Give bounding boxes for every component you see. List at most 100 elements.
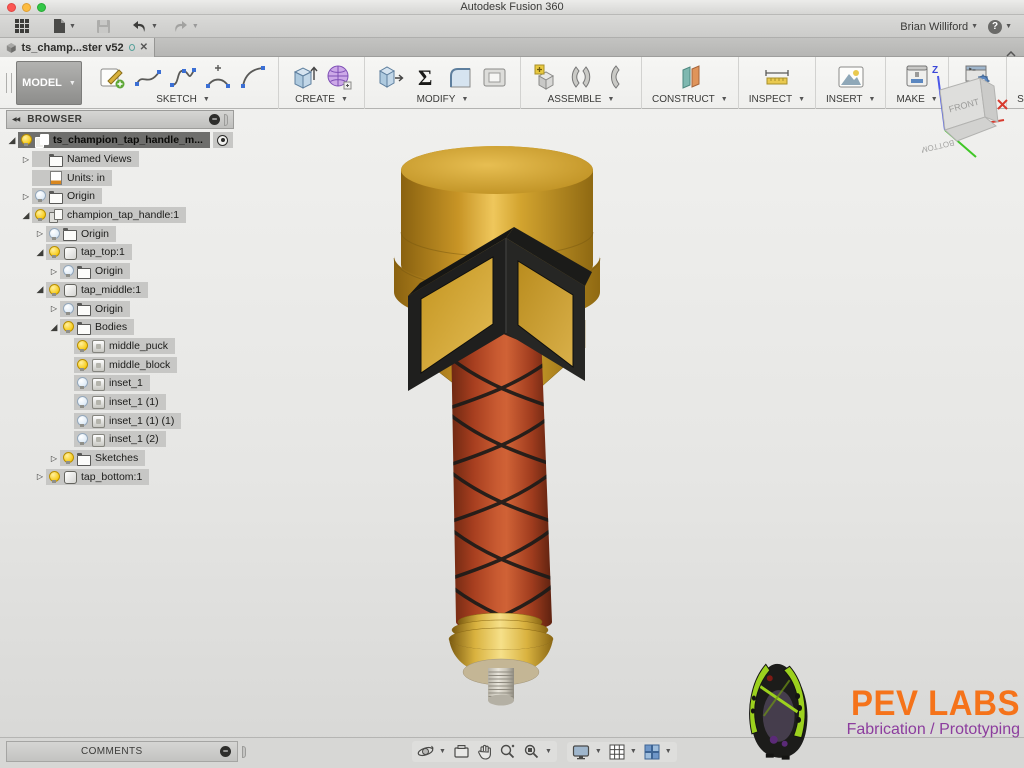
- browser-tree-item[interactable]: inset_1 (2): [6, 430, 241, 449]
- visibility-bulb-icon[interactable]: [77, 377, 87, 389]
- look-at-button[interactable]: [453, 744, 470, 759]
- viewports-button[interactable]: ▼: [644, 744, 672, 760]
- three-point-arc-icon[interactable]: [203, 62, 233, 92]
- comments-collapse-icon[interactable]: −: [220, 746, 231, 757]
- create-form-icon[interactable]: [324, 62, 354, 92]
- create-dropdown[interactable]: CREATE▼: [295, 94, 348, 105]
- browser-tree-item[interactable]: ▷ Origin: [6, 187, 241, 206]
- close-tab-icon[interactable]: ✕: [140, 43, 148, 53]
- visibility-bulb-icon[interactable]: [35, 190, 45, 202]
- browser-tree-item[interactable]: ◢ champion_tap_handle:1: [6, 206, 241, 225]
- comments-resize-handle[interactable]: [242, 746, 246, 758]
- pan-button[interactable]: [477, 744, 492, 760]
- browser-tree-item[interactable]: ◢ Bodies: [6, 318, 241, 337]
- spline-icon[interactable]: [133, 62, 163, 92]
- visibility-bulb-icon[interactable]: [77, 340, 87, 352]
- activate-component-radio[interactable]: [213, 132, 233, 148]
- browser-tree-item[interactable]: ◢ ts_champion_tap_handle_m...: [6, 131, 241, 150]
- visibility-bulb-icon[interactable]: [77, 415, 87, 427]
- visibility-bulb-icon[interactable]: [63, 265, 73, 277]
- visibility-bulb-icon[interactable]: [77, 359, 87, 371]
- browser-tree-item[interactable]: middle_puck: [6, 337, 241, 356]
- undo-button[interactable]: ▼: [131, 20, 158, 33]
- browser-tree-item[interactable]: ▷ Sketches: [6, 449, 241, 468]
- inspect-dropdown[interactable]: INSPECT▼: [749, 94, 805, 105]
- browser-tree-item[interactable]: ▷ Named Views: [6, 150, 241, 169]
- tangent-arc-icon[interactable]: [238, 62, 268, 92]
- expander-icon[interactable]: ▷: [34, 229, 46, 238]
- expander-icon[interactable]: ▷: [20, 155, 32, 164]
- expander-icon[interactable]: ◢: [48, 322, 60, 333]
- extrude-box-icon[interactable]: [289, 62, 319, 92]
- expander-icon[interactable]: ▷: [48, 304, 60, 313]
- browser-tree-item[interactable]: inset_1 (1): [6, 393, 241, 412]
- insert-dropdown[interactable]: INSERT▼: [826, 94, 875, 105]
- expander-icon[interactable]: ▷: [48, 267, 60, 276]
- panel-resize-handle[interactable]: [224, 114, 228, 126]
- zoom-button[interactable]: [499, 743, 516, 760]
- display-settings-button[interactable]: ▼: [572, 744, 602, 760]
- browser-tree-item[interactable]: ◢ tap_top:1: [6, 243, 241, 262]
- visibility-bulb-icon[interactable]: [49, 284, 59, 296]
- new-component-icon[interactable]: [531, 62, 561, 92]
- collapse-all-icon[interactable]: −: [209, 114, 220, 125]
- create-sketch-icon[interactable]: [98, 62, 128, 92]
- browser-tree-item[interactable]: ▷ Origin: [6, 299, 241, 318]
- browser-tree-item[interactable]: ▷ tap_bottom:1: [6, 467, 241, 486]
- file-menu-button[interactable]: ▼: [52, 18, 76, 34]
- expander-icon[interactable]: ▷: [48, 454, 60, 463]
- construction-plane-icon[interactable]: [675, 62, 705, 92]
- as-built-joint-icon[interactable]: [601, 62, 631, 92]
- visibility-bulb-icon[interactable]: [49, 471, 59, 483]
- browser-tree-item[interactable]: inset_1: [6, 374, 241, 393]
- browser-tree-item[interactable]: ◢ tap_middle:1: [6, 281, 241, 300]
- browser-header[interactable]: ◀◀ BROWSER −: [6, 110, 234, 129]
- help-menu-button[interactable]: ? ▼: [988, 20, 1012, 34]
- workspace-switcher-button[interactable]: MODEL▼: [16, 61, 82, 105]
- measure-icon[interactable]: [762, 62, 792, 92]
- visibility-bulb-icon[interactable]: [63, 303, 73, 315]
- assemble-dropdown[interactable]: ASSEMBLE▼: [548, 94, 615, 105]
- viewcube[interactable]: FRONT BOTTOM Z: [922, 60, 1017, 165]
- user-account-menu[interactable]: Brian Williford ▼: [900, 21, 978, 33]
- expander-icon[interactable]: ▷: [34, 472, 46, 481]
- expander-icon[interactable]: ◢: [6, 135, 18, 146]
- visibility-bulb-icon[interactable]: [77, 396, 87, 408]
- modify-dropdown[interactable]: MODIFY▼: [417, 94, 469, 105]
- collapse-panel-icon[interactable]: ◀◀: [12, 116, 19, 123]
- save-button[interactable]: [96, 19, 111, 34]
- joint-icon[interactable]: [566, 62, 596, 92]
- select-dropdown[interactable]: SELECT▼: [1017, 94, 1024, 105]
- orbit-button[interactable]: ▼: [417, 743, 446, 760]
- fillet-icon[interactable]: [445, 62, 475, 92]
- window-zoom-button[interactable]: ▼: [523, 743, 552, 760]
- expander-icon[interactable]: ▷: [20, 192, 32, 201]
- shell-icon[interactable]: [480, 62, 510, 92]
- visibility-bulb-icon[interactable]: [21, 134, 31, 146]
- document-tab[interactable]: ts_champ...ster v52 ✕: [0, 38, 155, 57]
- visibility-bulb-icon[interactable]: [63, 452, 73, 464]
- comments-bar[interactable]: COMMENTS −: [6, 741, 238, 762]
- construct-dropdown[interactable]: CONSTRUCT▼: [652, 94, 728, 105]
- redo-button[interactable]: ▼: [172, 20, 199, 33]
- browser-tree-item[interactable]: middle_block: [6, 355, 241, 374]
- visibility-bulb-icon[interactable]: [77, 433, 87, 445]
- browser-tree-item[interactable]: Units: in: [6, 168, 241, 187]
- expander-icon[interactable]: ◢: [20, 210, 32, 221]
- fit-point-spline-icon[interactable]: [168, 62, 198, 92]
- visibility-bulb-icon[interactable]: [49, 228, 59, 240]
- sketch-dropdown[interactable]: SKETCH▼: [156, 94, 210, 105]
- change-parameters-sigma-icon[interactable]: Σ: [410, 62, 440, 92]
- grid-settings-button[interactable]: ▼: [609, 744, 637, 760]
- expander-icon[interactable]: ◢: [34, 247, 46, 258]
- browser-tree-item[interactable]: inset_1 (1) (1): [6, 411, 241, 430]
- visibility-bulb-icon[interactable]: [63, 321, 73, 333]
- browser-tree-item[interactable]: ▷ Origin: [6, 224, 241, 243]
- app-grid-icon[interactable]: [14, 18, 30, 34]
- insert-image-icon[interactable]: [836, 62, 866, 92]
- expander-icon[interactable]: ◢: [34, 284, 46, 295]
- browser-tree-item[interactable]: ▷ Origin: [6, 262, 241, 281]
- toolbar-grip-handle[interactable]: [6, 73, 12, 93]
- visibility-bulb-icon[interactable]: [49, 246, 59, 258]
- visibility-bulb-icon[interactable]: [35, 209, 45, 221]
